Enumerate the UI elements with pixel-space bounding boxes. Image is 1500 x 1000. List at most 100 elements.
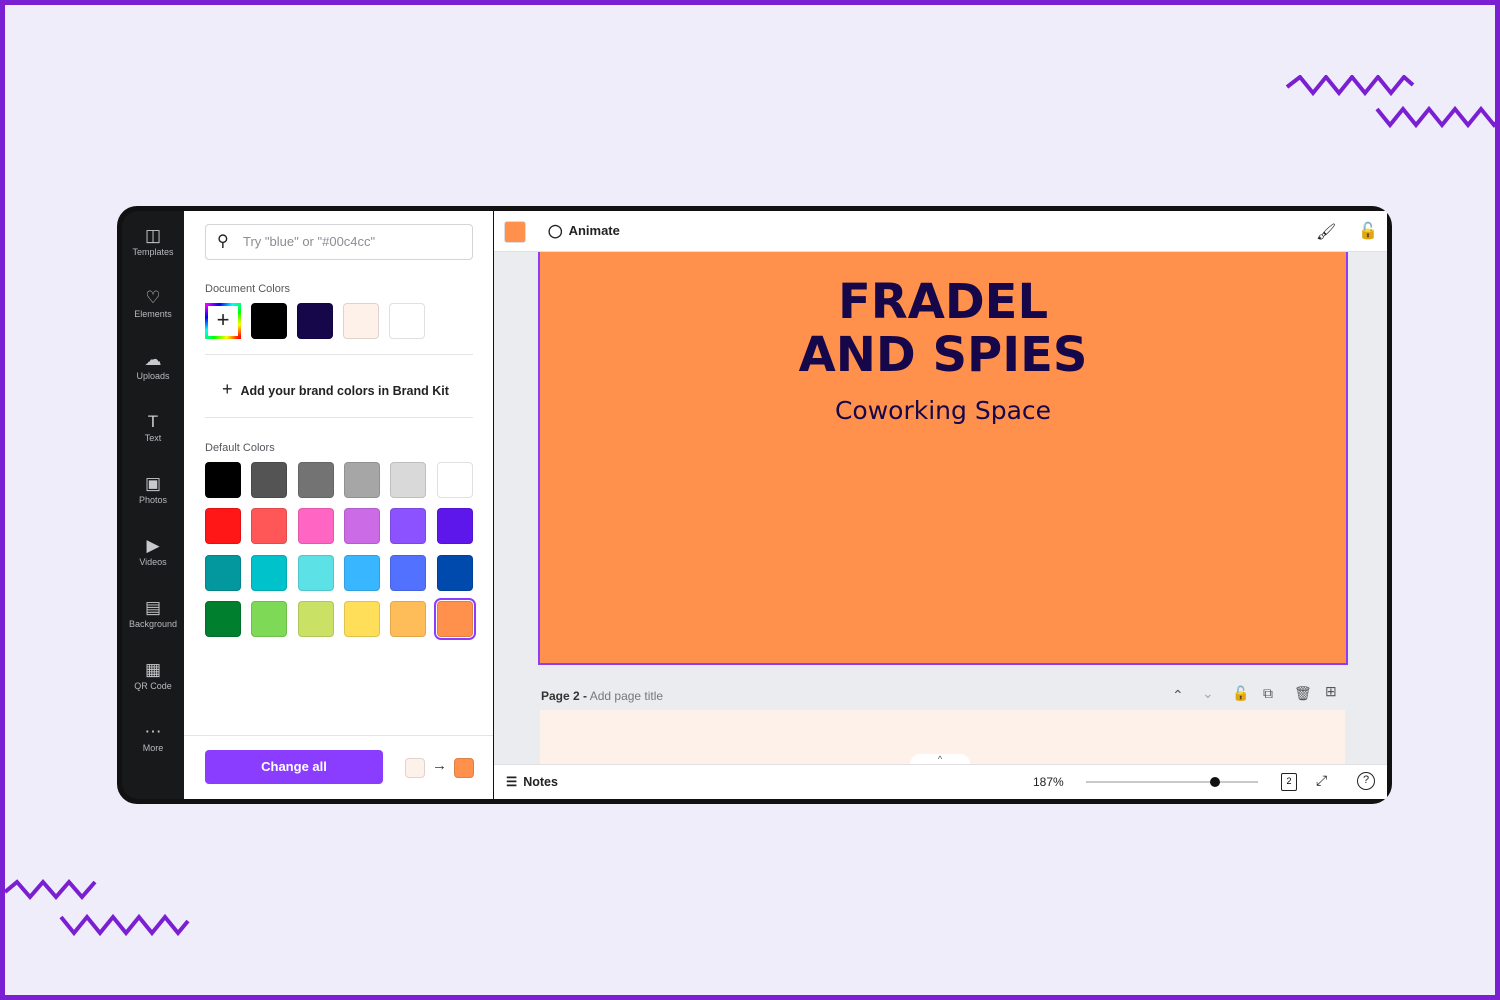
default-color-swatch[interactable] [436, 462, 473, 498]
default-color-swatch[interactable] [343, 600, 380, 637]
page-count: 2 [1286, 776, 1292, 786]
paint-roller-icon[interactable]: 🖌 [1316, 222, 1336, 242]
default-color-swatch[interactable] [205, 508, 241, 545]
zoom-level[interactable]: 187% [1033, 775, 1064, 789]
default-color-swatch[interactable] [436, 554, 473, 591]
sidebar-item-label: Uploads [136, 371, 170, 381]
sidebar-item-label: Photos [138, 495, 168, 505]
current-color-swatch[interactable] [504, 221, 526, 243]
default-color-swatch[interactable] [205, 600, 241, 637]
photo-icon: ▣ [144, 474, 162, 493]
default-color-swatch[interactable] [297, 508, 334, 545]
default-color-swatch[interactable] [343, 462, 380, 498]
lock-page-icon[interactable]: 🔓 [1232, 685, 1249, 702]
templates-icon: ◫ [144, 226, 162, 245]
search-placeholder: Try "blue" or "#00c4cc" [243, 234, 376, 249]
sidebar: ◫ Templates ♡ Elements ☁ Uploads T Text ▣ Photos ▶… [122, 211, 184, 799]
divider [205, 417, 473, 418]
document-color-swatch[interactable] [343, 303, 379, 339]
page-count-button[interactable]: 2 [1281, 773, 1297, 791]
divider [184, 735, 493, 736]
sidebar-item-label: More [142, 743, 164, 753]
default-color-swatch[interactable] [251, 508, 288, 545]
animate-label: Animate [568, 223, 620, 238]
top-toolbar: ◯ Animate 🖌 🔓 [494, 211, 1387, 252]
sidebar-item-templates[interactable]: ◫ Templates [122, 225, 184, 257]
default-color-swatch[interactable] [436, 508, 473, 545]
default-color-swatch[interactable] [297, 554, 334, 591]
subtitle[interactable]: Coworking Space [540, 396, 1346, 425]
color-panel: ⚲ Try "blue" or "#00c4cc" Document Colors… [184, 211, 493, 799]
change-from-swatch [405, 758, 425, 778]
zigzag-decoration [5, 878, 190, 937]
qr-code-icon: ▦ [144, 660, 162, 679]
zoom-slider-handle[interactable] [1210, 777, 1220, 787]
sidebar-item-background[interactable]: ▤ Background [122, 597, 184, 629]
sidebar-item-label: QR Code [134, 681, 172, 691]
change-all-button[interactable]: Change all [205, 750, 383, 784]
animate-button[interactable]: ◯ Animate [548, 223, 620, 239]
search-icon: ⚲ [217, 233, 229, 250]
elements-icon: ♡ [145, 288, 161, 307]
sidebar-item-videos[interactable]: ▶ Videos [122, 535, 184, 567]
background-icon: ▤ [144, 598, 162, 617]
video-icon: ▶ [146, 536, 160, 555]
app-window: ◫ Templates ♡ Elements ☁ Uploads T Text ▣ Photos ▶… [117, 206, 1392, 804]
default-color-swatch[interactable] [343, 554, 380, 591]
notes-label: Notes [523, 775, 558, 789]
sidebar-item-elements[interactable]: ♡ Elements [122, 287, 184, 319]
title-line-2[interactable]: AND SPIES [540, 327, 1346, 383]
document-color-swatch[interactable] [389, 303, 425, 339]
document-color-swatch[interactable] [251, 303, 287, 339]
animate-icon: ◯ [548, 223, 563, 238]
add-color-button[interactable]: + [205, 303, 241, 339]
document-color-swatch[interactable] [297, 303, 333, 339]
sidebar-item-qr-code[interactable]: ▦ QR Code [122, 659, 184, 691]
sidebar-item-label: Templates [132, 247, 174, 257]
default-color-swatch[interactable] [251, 600, 288, 637]
zigzag-decoration [1285, 75, 1500, 129]
duplicate-page-icon[interactable]: ⧉ [1263, 685, 1273, 702]
brand-kit-link[interactable]: + Add your brand colors in Brand Kit [222, 379, 449, 400]
page-1-canvas[interactable]: FRADEL AND SPIES Coworking Space [538, 252, 1348, 665]
move-down-icon[interactable]: ⌄ [1202, 685, 1214, 702]
brand-kit-label: Add your brand colors in Brand Kit [240, 384, 449, 398]
title-line-1[interactable]: FRADEL [540, 274, 1346, 330]
fullscreen-icon[interactable]: ⤢ [1316, 772, 1327, 789]
default-colors-label: Default Colors [205, 442, 275, 454]
color-search-input[interactable]: ⚲ Try "blue" or "#00c4cc" [205, 224, 473, 260]
default-color-swatch[interactable] [433, 597, 476, 640]
divider [205, 354, 473, 355]
default-color-swatch[interactable] [251, 554, 288, 591]
delete-page-icon[interactable]: 🗑 [1294, 685, 1312, 702]
help-icon[interactable]: ? [1357, 772, 1375, 790]
editor-area: FRADEL AND SPIES Coworking Space ◯ Animat… [494, 211, 1387, 799]
page-title-input[interactable]: Add page title [590, 689, 663, 703]
upload-cloud-icon: ☁ [144, 350, 162, 369]
sidebar-item-uploads[interactable]: ☁ Uploads [122, 349, 184, 381]
sidebar-item-photos[interactable]: ▣ Photos [122, 473, 184, 505]
lock-icon[interactable]: 🔓 [1358, 221, 1378, 241]
default-color-swatch[interactable] [390, 600, 427, 637]
sidebar-item-text[interactable]: T Text [122, 411, 184, 443]
arrow-right-icon: → [432, 757, 447, 774]
default-color-swatch[interactable] [390, 508, 427, 545]
more-icon: ⋯ [144, 722, 162, 741]
default-color-swatch[interactable] [390, 554, 427, 591]
default-color-swatch[interactable] [205, 554, 241, 591]
change-to-swatch [454, 758, 474, 778]
notes-button[interactable]: ☰ Notes [506, 774, 558, 789]
text-icon: T [147, 412, 159, 431]
default-color-swatch[interactable] [343, 508, 380, 545]
default-color-swatch[interactable] [390, 462, 427, 498]
add-page-icon[interactable]: ⊞ [1325, 683, 1337, 700]
zoom-slider[interactable] [1086, 777, 1258, 787]
bottom-bar: ☰ Notes 187% 2 ⤢ ? [494, 764, 1387, 799]
default-color-swatch[interactable] [251, 462, 288, 498]
default-color-swatch[interactable] [297, 462, 334, 498]
default-color-swatch[interactable] [205, 462, 241, 498]
move-up-icon[interactable]: ⌃ [1172, 687, 1184, 704]
default-color-swatch[interactable] [297, 600, 334, 637]
plus-icon: + [222, 379, 233, 399]
sidebar-item-more[interactable]: ⋯ More [122, 721, 184, 753]
